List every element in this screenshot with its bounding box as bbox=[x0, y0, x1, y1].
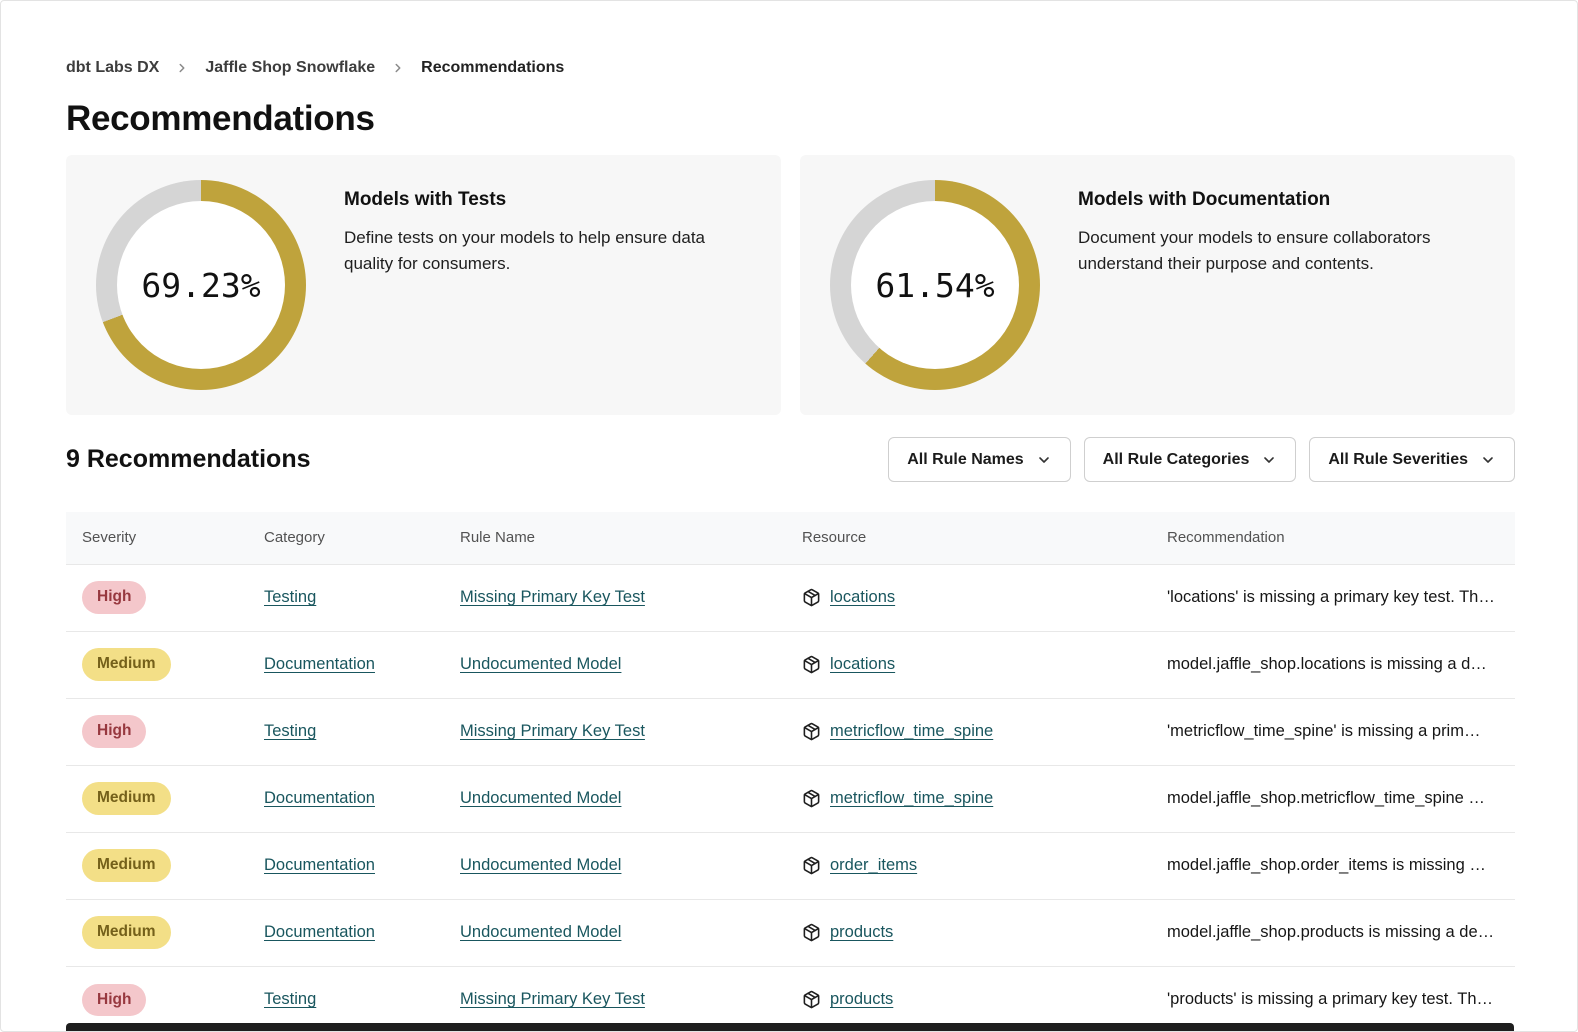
package-icon bbox=[802, 856, 821, 875]
models-with-tests-card: 69.23% Models with Tests Define tests on… bbox=[66, 155, 781, 415]
breadcrumb-item-project[interactable]: Jaffle Shop Snowflake bbox=[205, 59, 375, 77]
recommendations-count: 9 Recommendations bbox=[66, 445, 311, 474]
horizontal-scrollbar[interactable] bbox=[66, 1023, 1514, 1031]
models-with-documentation-card: 61.54% Models with Documentation Documen… bbox=[800, 155, 1515, 415]
severity-badge: Medium bbox=[82, 849, 171, 881]
chevron-right-icon bbox=[175, 61, 189, 75]
rule-name-link[interactable]: Undocumented Model bbox=[460, 856, 621, 874]
rule-name-link[interactable]: Missing Primary Key Test bbox=[460, 990, 645, 1008]
severity-badge: High bbox=[82, 581, 146, 613]
category-link[interactable]: Documentation bbox=[264, 923, 375, 941]
severity-badge: High bbox=[82, 715, 146, 747]
recommendation-text: model.jaffle_shop.metricflow_time_spine … bbox=[1167, 789, 1515, 808]
package-icon bbox=[802, 923, 821, 942]
rule-name-link[interactable]: Undocumented Model bbox=[460, 923, 621, 941]
rule-name-link[interactable]: Undocumented Model bbox=[460, 655, 621, 673]
table-row: High Testing Missing Primary Key Test me… bbox=[66, 698, 1515, 765]
category-link[interactable]: Documentation bbox=[264, 655, 375, 673]
recommendation-text: model.jaffle_shop.locations is missing a… bbox=[1167, 655, 1515, 674]
metric-cards: 69.23% Models with Tests Define tests on… bbox=[66, 155, 1515, 415]
card-title: Models with Documentation bbox=[1078, 189, 1485, 211]
recommendation-text: 'locations' is missing a primary key tes… bbox=[1167, 588, 1515, 607]
category-link[interactable]: Documentation bbox=[264, 856, 375, 874]
category-link[interactable]: Documentation bbox=[264, 789, 375, 807]
chevron-down-icon bbox=[1480, 452, 1496, 468]
recommendations-table-body: High Testing Missing Primary Key Test lo… bbox=[66, 564, 1515, 1032]
column-header-rule-name: Rule Name bbox=[460, 512, 802, 564]
recommendation-text: 'metricflow_time_spine' is missing a pri… bbox=[1167, 722, 1515, 741]
rule-names-filter[interactable]: All Rule Names bbox=[888, 437, 1070, 482]
table-row: High Testing Missing Primary Key Test lo… bbox=[66, 564, 1515, 631]
resource-link[interactable]: metricflow_time_spine bbox=[830, 722, 993, 741]
rule-name-link[interactable]: Missing Primary Key Test bbox=[460, 722, 645, 740]
table-row: Medium Documentation Undocumented Model … bbox=[66, 765, 1515, 832]
package-icon bbox=[802, 588, 821, 607]
resource-link[interactable]: metricflow_time_spine bbox=[830, 789, 993, 808]
recommendation-text: model.jaffle_shop.products is missing a … bbox=[1167, 923, 1515, 942]
resource-link[interactable]: locations bbox=[830, 588, 895, 607]
package-icon bbox=[802, 990, 821, 1009]
column-header-recommendation: Recommendation bbox=[1167, 512, 1515, 564]
chevron-down-icon bbox=[1036, 452, 1052, 468]
severity-badge: Medium bbox=[82, 648, 171, 680]
severity-badge: High bbox=[82, 984, 146, 1016]
rule-severities-filter[interactable]: All Rule Severities bbox=[1309, 437, 1515, 482]
resource-link[interactable]: locations bbox=[830, 655, 895, 674]
table-row: Medium Documentation Undocumented Model … bbox=[66, 899, 1515, 966]
models-with-documentation-donut: 61.54% bbox=[830, 180, 1040, 390]
card-description: Define tests on your models to help ensu… bbox=[344, 225, 751, 277]
breadcrumb-item-current: Recommendations bbox=[421, 59, 564, 77]
table-row: Medium Documentation Undocumented Model … bbox=[66, 631, 1515, 698]
category-link[interactable]: Testing bbox=[264, 722, 316, 740]
chevron-down-icon bbox=[1261, 452, 1277, 468]
chevron-right-icon bbox=[391, 61, 405, 75]
rule-name-link[interactable]: Undocumented Model bbox=[460, 789, 621, 807]
package-icon bbox=[802, 722, 821, 741]
recommendations-table: Severity Category Rule Name Resource Rec… bbox=[66, 512, 1515, 1032]
card-title: Models with Tests bbox=[344, 189, 751, 211]
filter-label: All Rule Names bbox=[907, 451, 1023, 469]
table-row: Medium Documentation Undocumented Model … bbox=[66, 832, 1515, 899]
column-header-severity: Severity bbox=[66, 512, 264, 564]
page-title: Recommendations bbox=[66, 99, 1515, 139]
severity-badge: Medium bbox=[82, 782, 171, 814]
breadcrumb: dbt Labs DX Jaffle Shop Snowflake Recomm… bbox=[66, 59, 1515, 77]
filter-label: All Rule Categories bbox=[1103, 451, 1250, 469]
card-description: Document your models to ensure collabora… bbox=[1078, 225, 1485, 277]
rule-name-link[interactable]: Missing Primary Key Test bbox=[460, 588, 645, 606]
table-header-row: Severity Category Rule Name Resource Rec… bbox=[66, 512, 1515, 564]
package-icon bbox=[802, 655, 821, 674]
breadcrumb-item-account[interactable]: dbt Labs DX bbox=[66, 59, 159, 77]
donut-percentage: 61.54% bbox=[830, 180, 1040, 390]
donut-percentage: 69.23% bbox=[96, 180, 306, 390]
column-header-category: Category bbox=[264, 512, 460, 564]
models-with-tests-donut: 69.23% bbox=[96, 180, 306, 390]
category-link[interactable]: Testing bbox=[264, 588, 316, 606]
column-header-resource: Resource bbox=[802, 512, 1167, 564]
severity-badge: Medium bbox=[82, 916, 171, 948]
package-icon bbox=[802, 789, 821, 808]
resource-link[interactable]: order_items bbox=[830, 856, 917, 875]
resource-link[interactable]: products bbox=[830, 990, 893, 1009]
recommendations-page: dbt Labs DX Jaffle Shop Snowflake Recomm… bbox=[0, 0, 1578, 1032]
list-header: 9 Recommendations All Rule Names All Rul… bbox=[66, 437, 1515, 482]
resource-link[interactable]: products bbox=[830, 923, 893, 942]
filter-label: All Rule Severities bbox=[1328, 451, 1468, 469]
rule-categories-filter[interactable]: All Rule Categories bbox=[1084, 437, 1297, 482]
category-link[interactable]: Testing bbox=[264, 990, 316, 1008]
filter-bar: All Rule Names All Rule Categories All R… bbox=[888, 437, 1515, 482]
recommendation-text: model.jaffle_shop.order_items is missing… bbox=[1167, 856, 1515, 875]
recommendation-text: 'products' is missing a primary key test… bbox=[1167, 990, 1515, 1009]
